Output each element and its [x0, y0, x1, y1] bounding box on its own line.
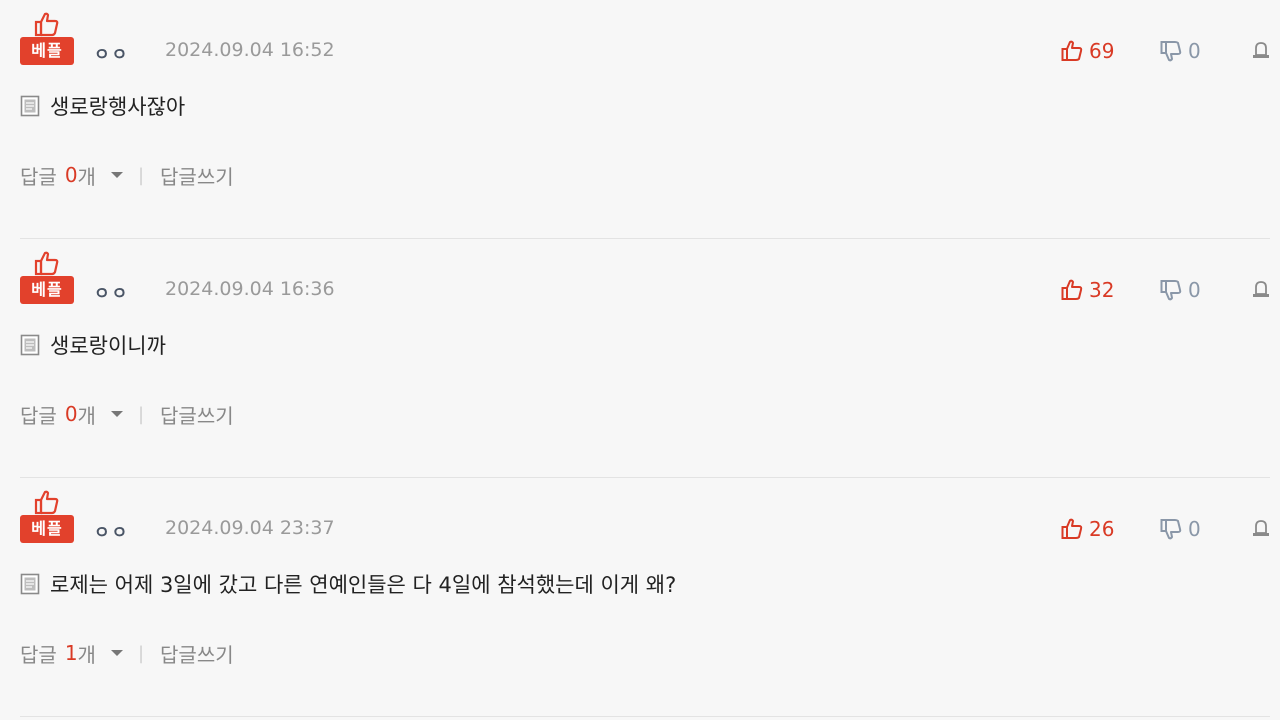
- thumbs-down-icon: [1160, 519, 1182, 540]
- thumbs-up-icon: [1061, 40, 1083, 61]
- dislike-button[interactable]: 0: [1160, 277, 1201, 303]
- thumbs-down-icon: [1160, 41, 1182, 62]
- like-count: 69: [1089, 39, 1115, 63]
- report-icon[interactable]: [1252, 519, 1270, 537]
- comment-list: 베플 ㅇㅇ 2024.09.04 16:52 69 0 생로랑행사잖아 답글 0…: [0, 0, 1280, 720]
- comment-date: 2024.09.04 16:36: [165, 278, 335, 300]
- dislike-count: 0: [1188, 39, 1201, 63]
- footer-divider: |: [137, 403, 145, 425]
- like-count: 32: [1089, 278, 1115, 302]
- author-name[interactable]: ㅇㅇ: [94, 518, 129, 543]
- comment-item: 베플 ㅇㅇ 2024.09.04 23:37 26 0 로제는 어제 3일에 갔…: [0, 478, 1280, 717]
- thumbs-up-icon: [34, 12, 59, 37]
- footer-divider: |: [137, 164, 145, 186]
- comment-footer: 답글 0 개 | 답글쓰기: [20, 399, 234, 429]
- reply-count[interactable]: 0: [65, 163, 78, 187]
- reply-toggle-label[interactable]: 답글: [20, 161, 57, 190]
- comment-footer: 답글 1 개 | 답글쓰기: [20, 638, 234, 668]
- best-comment-badge: 베플: [20, 11, 74, 67]
- document-icon: [20, 334, 40, 356]
- caret-down-icon[interactable]: [110, 410, 124, 418]
- report-icon[interactable]: [1252, 280, 1270, 298]
- best-label: 베플: [20, 276, 74, 304]
- comment-date: 2024.09.04 16:52: [165, 39, 335, 61]
- best-label: 베플: [20, 515, 74, 543]
- reply-unit: 개: [77, 164, 96, 189]
- comment-item: 베플 ㅇㅇ 2024.09.04 16:36 32 0 생로랑이니까 답글 0 …: [0, 239, 1280, 478]
- dislike-button[interactable]: 0: [1160, 38, 1201, 64]
- caret-down-icon[interactable]: [110, 171, 124, 179]
- comment-body: 생로랑행사잖아: [20, 92, 185, 120]
- comment-text: 로제는 어제 3일에 갔고 다른 연예인들은 다 4일에 참석했는데 이게 왜?: [50, 573, 677, 597]
- thumbs-up-icon: [34, 490, 59, 515]
- document-icon: [20, 95, 40, 117]
- reply-unit: 개: [77, 642, 96, 667]
- footer-divider: |: [137, 642, 145, 664]
- comment-footer: 답글 0 개 | 답글쓰기: [20, 160, 234, 190]
- comment-date: 2024.09.04 23:37: [165, 517, 335, 539]
- write-reply-button[interactable]: 답글쓰기: [160, 400, 234, 429]
- comment-body: 로제는 어제 3일에 갔고 다른 연예인들은 다 4일에 참석했는데 이게 왜?: [20, 570, 676, 598]
- author-name[interactable]: ㅇㅇ: [94, 40, 129, 65]
- report-icon[interactable]: [1252, 41, 1270, 59]
- write-reply-button[interactable]: 답글쓰기: [160, 161, 234, 190]
- author-name[interactable]: ㅇㅇ: [94, 279, 129, 304]
- best-label: 베플: [20, 37, 74, 65]
- comment-text: 생로랑이니까: [50, 334, 166, 358]
- comment-item: 베플 ㅇㅇ 2024.09.04 16:52 69 0 생로랑행사잖아 답글 0…: [0, 0, 1280, 239]
- write-reply-button[interactable]: 답글쓰기: [160, 639, 234, 668]
- like-button[interactable]: 69: [1061, 38, 1114, 64]
- reply-count[interactable]: 1: [65, 641, 78, 665]
- thumbs-up-icon: [1061, 518, 1083, 539]
- thumbs-down-icon: [1160, 280, 1182, 301]
- like-count: 26: [1089, 517, 1115, 541]
- dislike-count: 0: [1188, 278, 1201, 302]
- like-button[interactable]: 26: [1061, 516, 1114, 542]
- reply-unit: 개: [77, 403, 96, 428]
- best-comment-badge: 베플: [20, 250, 74, 306]
- reply-toggle-label[interactable]: 답글: [20, 400, 57, 429]
- thumbs-up-icon: [34, 251, 59, 276]
- best-comment-badge: 베플: [20, 489, 74, 545]
- dislike-button[interactable]: 0: [1160, 516, 1201, 542]
- comment-text: 생로랑행사잖아: [50, 95, 186, 119]
- dislike-count: 0: [1188, 517, 1201, 541]
- reply-toggle-label[interactable]: 답글: [20, 639, 57, 668]
- thumbs-up-icon: [1061, 279, 1083, 300]
- comment-body: 생로랑이니까: [20, 331, 166, 359]
- reply-count[interactable]: 0: [65, 402, 78, 426]
- comment-divider: [20, 716, 1270, 717]
- like-button[interactable]: 32: [1061, 277, 1114, 303]
- document-icon: [20, 573, 40, 595]
- caret-down-icon[interactable]: [110, 649, 124, 657]
